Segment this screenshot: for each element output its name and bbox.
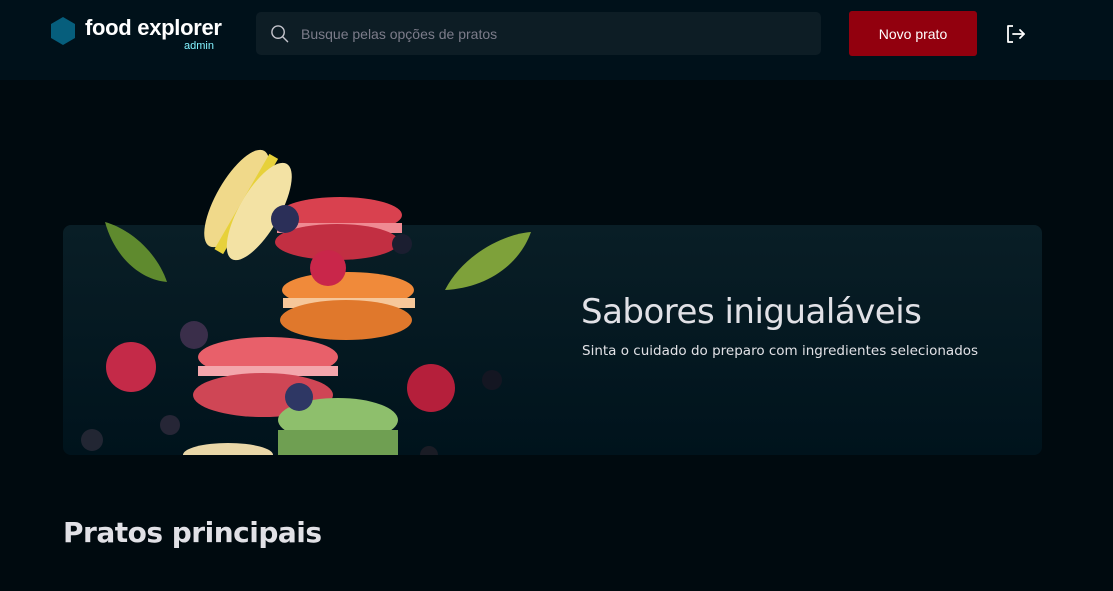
search-icon (271, 25, 289, 43)
hexagon-logo-icon (51, 17, 75, 45)
brand-name: food explorer (85, 15, 222, 40)
banner-title: Sabores inigualáveis (581, 292, 922, 332)
search-input[interactable] (301, 12, 801, 55)
banner-subtitle: Sinta o cuidado do preparo com ingredien… (582, 343, 979, 359)
section-title: Pratos principais (63, 516, 322, 549)
search-bar[interactable] (256, 12, 821, 55)
macarons-illustration (81, 149, 531, 455)
sign-out-icon[interactable] (1005, 23, 1027, 45)
brand-role: admin (184, 40, 214, 52)
app-header: food explorer admin Novo prato (0, 0, 1113, 80)
new-dish-button[interactable]: Novo prato (849, 11, 977, 56)
